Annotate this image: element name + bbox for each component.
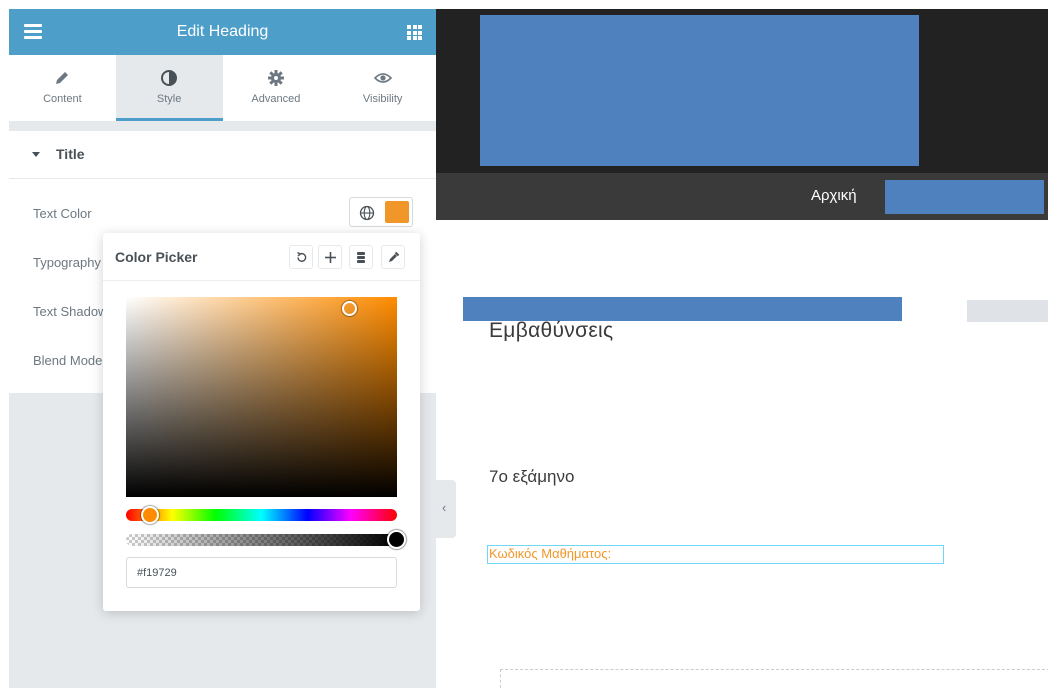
hue-slider[interactable] (126, 509, 397, 521)
panel-tabs: Content Style Advanced Visibility (9, 55, 436, 121)
opacity-slider-handle[interactable] (387, 530, 406, 549)
tab-visibility-label: Visibility (362, 93, 403, 105)
heading-semester[interactable]: 7ο εξάμηνο (489, 467, 574, 487)
heading-course-code[interactable]: Κωδικός Μαθήματος: (489, 546, 611, 561)
hex-color-input[interactable] (126, 557, 397, 588)
blend-mode-label: Blend Mode (33, 353, 103, 368)
add-global-color-button[interactable] (318, 245, 342, 269)
panel-header: Edit Heading (9, 9, 436, 55)
eyedropper-icon (388, 251, 399, 262)
tab-content[interactable]: Content (9, 55, 116, 121)
section-gap (9, 121, 436, 131)
panel-title: Edit Heading (176, 23, 269, 40)
section-title: Title (56, 146, 85, 162)
database-icon (357, 251, 365, 263)
opacity-slider[interactable] (126, 534, 397, 546)
section-header-title[interactable]: Title (9, 131, 436, 179)
nav-link-home[interactable]: Αρχική (811, 187, 857, 204)
panel-collapse-handle[interactable]: ‹ (436, 480, 456, 538)
global-colors-button[interactable] (349, 245, 373, 269)
widgets-grid-icon[interactable] (407, 25, 422, 40)
tab-content-label: Content (43, 93, 82, 105)
text-shadow-label: Text Shadow (33, 304, 108, 319)
nav-placeholder (885, 180, 1044, 214)
tab-style[interactable]: Style (115, 55, 223, 121)
screen: Edit Heading Content Style Advanced Visi… (0, 0, 1048, 688)
chevron-left-icon: ‹ (442, 500, 447, 515)
tab-visibility[interactable]: Visibility (329, 55, 436, 121)
undo-icon (296, 251, 306, 262)
eyedropper-button[interactable] (381, 245, 405, 269)
hue-slider-handle[interactable] (141, 506, 159, 524)
heading-specializations[interactable]: Εμβαθύνσεις (489, 319, 613, 343)
tab-advanced[interactable]: Advanced (223, 55, 330, 121)
header-image-placeholder (480, 15, 919, 166)
text-color-label: Text Color (33, 206, 92, 221)
selected-heading-widget[interactable]: Κωδικός Μαθήματος: (487, 545, 944, 564)
contrast-icon (161, 70, 178, 86)
color-swatch[interactable] (385, 201, 409, 223)
globe-icon[interactable] (359, 205, 375, 221)
content-placeholder-bar (463, 297, 902, 321)
tab-style-label: Style (156, 93, 182, 105)
tab-advanced-label: Advanced (251, 93, 301, 105)
empty-drop-area[interactable] (500, 669, 1048, 688)
text-color-control[interactable] (349, 197, 413, 227)
typography-label: Typography (33, 255, 101, 270)
gear-icon (267, 70, 284, 86)
eye-icon (373, 73, 392, 83)
reset-color-button[interactable] (289, 245, 313, 269)
color-picker-header: Color Picker (103, 233, 420, 281)
color-picker-title: Color Picker (115, 249, 198, 265)
pencil-icon (56, 72, 69, 84)
caret-down-icon (32, 152, 40, 157)
saturation-area[interactable] (126, 297, 397, 497)
color-picker-popover: Color Picker (103, 233, 420, 611)
plus-icon (324, 251, 336, 263)
saturation-handle[interactable] (342, 301, 357, 316)
content-grey-bar (967, 300, 1048, 322)
